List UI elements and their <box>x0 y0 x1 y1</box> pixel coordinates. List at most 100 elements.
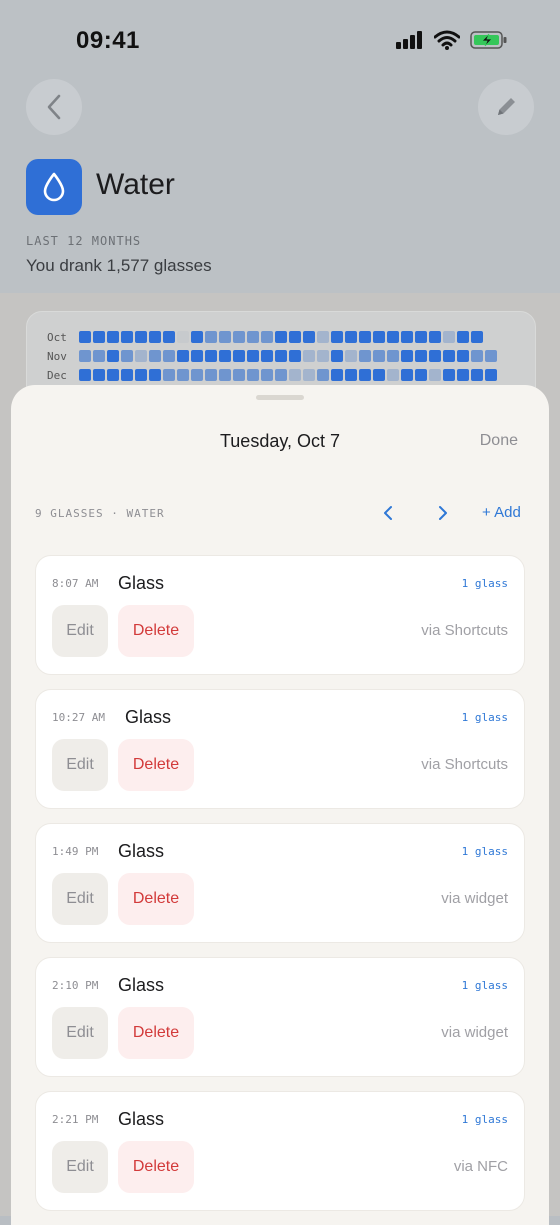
heatmap-row: Dec <box>47 368 497 382</box>
heatmap-cell <box>79 350 91 362</box>
heatmap-cell <box>275 350 287 362</box>
heatmap-cell <box>149 331 161 343</box>
sheet-title: Tuesday, Oct 7 <box>219 431 341 451</box>
heatmap-cells <box>79 331 483 343</box>
log-entry-card: 2:10 PM Glass 1 glass Edit Delete via wi… <box>35 957 525 1077</box>
delete-entry-button[interactable]: Delete <box>118 739 194 791</box>
chevron-left-icon <box>47 94 61 120</box>
heatmap-cell <box>233 331 245 343</box>
heatmap-cell <box>79 331 91 343</box>
heatmap-cell <box>415 369 427 381</box>
add-button[interactable]: + Add <box>482 504 521 521</box>
heatmap-cell <box>205 331 217 343</box>
heatmap-cell <box>303 369 315 381</box>
edit-button[interactable] <box>478 79 534 135</box>
heatmap-cell <box>373 350 385 362</box>
heatmap-cell <box>429 331 441 343</box>
entry-quantity: 1 glass <box>461 577 508 590</box>
entry-time: 2:21 PM <box>52 1113 99 1126</box>
log-entry-card: 1:49 PM Glass 1 glass Edit Delete via wi… <box>35 823 525 943</box>
delete-entry-button[interactable]: Delete <box>118 1007 194 1059</box>
heatmap-cell <box>415 331 427 343</box>
heatmap-cell <box>275 331 287 343</box>
heatmap-cells <box>79 369 497 381</box>
heatmap-cell <box>79 369 91 381</box>
status-time: 09:41 <box>76 27 140 54</box>
heatmap-cell <box>317 350 329 362</box>
heatmap-cell <box>107 369 119 381</box>
chevron-left-icon <box>384 506 392 520</box>
heatmap-cell <box>331 350 343 362</box>
heatmap-cell <box>247 350 259 362</box>
heatmap-cell <box>233 350 245 362</box>
day-detail-sheet: Tuesday, Oct 7 Done 9 GLASSES · WATER + … <box>11 385 549 1225</box>
heatmap-cell <box>107 331 119 343</box>
heatmap-cell <box>457 369 469 381</box>
heatmap-row-label: Dec <box>47 368 67 382</box>
heatmap-cell <box>93 350 105 362</box>
edit-entry-button[interactable]: Edit <box>52 739 108 791</box>
battery-charging-icon <box>470 31 507 49</box>
delete-entry-button[interactable]: Delete <box>118 605 194 657</box>
entry-source: via Shortcuts <box>421 756 508 773</box>
period-label: LAST 12 MONTHS <box>26 234 142 248</box>
heatmap-cell <box>233 369 245 381</box>
heatmap-cell <box>457 331 469 343</box>
heatmap-cell <box>219 350 231 362</box>
edit-entry-button[interactable]: Edit <box>52 1141 108 1193</box>
heatmap-cell <box>387 350 399 362</box>
heatmap-cell <box>387 369 399 381</box>
heatmap-cell <box>163 369 175 381</box>
next-day-button[interactable] <box>433 503 453 523</box>
heatmap-cell <box>485 369 497 381</box>
edit-entry-button[interactable]: Edit <box>52 873 108 925</box>
heatmap-cell <box>443 369 455 381</box>
heatmap-cell <box>191 331 203 343</box>
heatmap-cell <box>485 350 497 362</box>
back-button[interactable] <box>26 79 82 135</box>
entry-source: via NFC <box>453 1158 508 1175</box>
heatmap-cell <box>429 369 441 381</box>
heatmap-cell <box>359 350 371 362</box>
chevron-right-icon <box>439 506 447 520</box>
heatmap-cell <box>387 331 399 343</box>
heatmap-row: Oct <box>47 330 483 344</box>
previous-day-button[interactable] <box>378 503 398 523</box>
heatmap-cell <box>219 369 231 381</box>
heatmap-cell <box>121 350 133 362</box>
edit-entry-button[interactable]: Edit <box>52 1007 108 1059</box>
entry-name: Glass <box>118 841 165 861</box>
entry-name: Glass <box>125 707 172 727</box>
heatmap-row: Nov <box>47 349 497 363</box>
entry-name: Glass <box>118 573 165 593</box>
heatmap-cell <box>317 331 329 343</box>
heatmap-cell <box>471 331 483 343</box>
heatmap-cell <box>401 369 413 381</box>
heatmap-cell <box>289 369 301 381</box>
heatmap-cell <box>247 369 259 381</box>
heatmap-cell <box>177 331 189 343</box>
heatmap-cell <box>261 331 273 343</box>
heatmap-cell <box>205 350 217 362</box>
entry-time: 1:49 PM <box>52 845 99 858</box>
water-drop-icon <box>43 172 65 202</box>
heatmap-cell <box>443 350 455 362</box>
entry-name: Glass <box>118 975 165 995</box>
heatmap-cell <box>177 369 189 381</box>
entry-source: via widget <box>441 890 508 907</box>
done-button[interactable]: Done <box>480 432 518 450</box>
heatmap-cell <box>191 369 203 381</box>
edit-entry-button[interactable]: Edit <box>52 605 108 657</box>
heatmap-cell <box>219 331 231 343</box>
heatmap-cell <box>331 369 343 381</box>
delete-entry-button[interactable]: Delete <box>118 1141 194 1193</box>
entry-source: via widget <box>441 1024 508 1041</box>
heatmap-cell <box>93 369 105 381</box>
entry-quantity: 1 glass <box>461 1113 508 1126</box>
heatmap-cell <box>401 350 413 362</box>
heatmap-cell <box>457 350 469 362</box>
sheet-grabber[interactable] <box>256 395 304 400</box>
heatmap-cell <box>261 369 273 381</box>
delete-entry-button[interactable]: Delete <box>118 873 194 925</box>
entry-quantity: 1 glass <box>461 711 508 724</box>
